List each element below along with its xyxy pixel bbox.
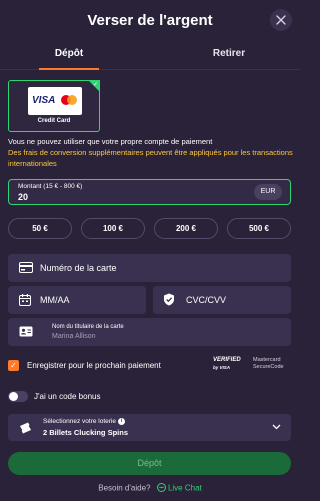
id-card-icon [19,326,33,337]
amount-label: Montant (15 € - 800 €) [18,183,83,190]
live-chat-link[interactable]: Live Chat [168,484,202,493]
card-holder-value[interactable]: Marina Allison [52,333,96,340]
own-account-notice: Vous ne pouvez utiliser que votre propre… [8,137,213,146]
payment-method-credit-card[interactable]: VISA Credit Card ✓ [8,80,100,132]
bonus-code-toggle[interactable] [8,391,28,402]
deposit-button[interactable]: Dépôt [8,452,291,475]
lottery-value: 2 Billets Clucking Spins [43,428,129,437]
chevron-down-icon [272,424,281,430]
card-number-field[interactable]: Numéro de la carte [8,254,291,282]
lottery-select[interactable]: Sélectionnez votre loterie i 2 Billets C… [8,414,291,441]
mastercard-logo-orange [67,95,77,105]
shield-icon [163,293,175,306]
help-row: Besoin d'aide? Live Chat [0,483,300,494]
bonus-code-label: J'ai un code bonus [34,392,101,401]
cvc-placeholder: CVC/CVV [186,295,227,305]
preset-500-button[interactable]: 500 € [227,218,291,239]
modal-header: Verser de l'argent [0,0,300,40]
close-icon [276,15,286,25]
currency-badge: EUR [254,184,282,200]
preset-100-button[interactable]: 100 € [81,218,145,239]
active-tab-indicator [39,68,99,70]
info-icon: i [117,418,125,425]
tab-bar: Dépôt Retirer [0,40,300,70]
lottery-label: Sélectionnez votre loterie i [43,418,125,425]
save-label: Enregistrer pour le prochain paiement [27,361,161,370]
cvc-field[interactable]: CVC/CVV [153,286,291,314]
preset-50-button[interactable]: 50 € [8,218,72,239]
preset-200-button[interactable]: 200 € [154,218,218,239]
calendar-icon [19,294,31,306]
card-icon [19,262,33,273]
tab-deposit[interactable]: Dépôt [38,48,100,59]
chat-icon [156,483,166,494]
ticket-icon [19,422,33,434]
amount-field[interactable]: Montant (15 € - 800 €) 20 EUR [8,179,291,205]
card-holder-field[interactable]: Nom du titulaire de la carte Marina Alli… [8,318,291,346]
expiry-field[interactable]: MM/AA [8,286,146,314]
card-logos: VISA [28,87,82,115]
toggle-knob [9,392,18,401]
visa-logo: VISA [32,95,56,106]
conversion-fee-notice: Des frais de conversion supplémentaires … [8,148,293,168]
close-button[interactable] [270,9,292,31]
mastercard-securecode-badge: Mastercard SecureCode [253,357,284,370]
page-title: Verser de l'argent [87,12,213,29]
amount-input[interactable]: 20 [18,192,28,202]
payment-method-label: Credit Card [37,118,71,124]
save-checkbox[interactable]: ✓ [8,360,19,371]
help-text: Besoin d'aide? [98,483,151,493]
expiry-placeholder: MM/AA [40,295,70,305]
check-icon: ✓ [92,82,98,88]
card-holder-label: Nom du titulaire de la carte [52,324,124,330]
verified-by-visa-badge: VERIFIED by VISA [213,357,241,370]
card-number-placeholder: Numéro de la carte [40,263,117,273]
tab-withdraw[interactable]: Retirer [198,48,260,59]
